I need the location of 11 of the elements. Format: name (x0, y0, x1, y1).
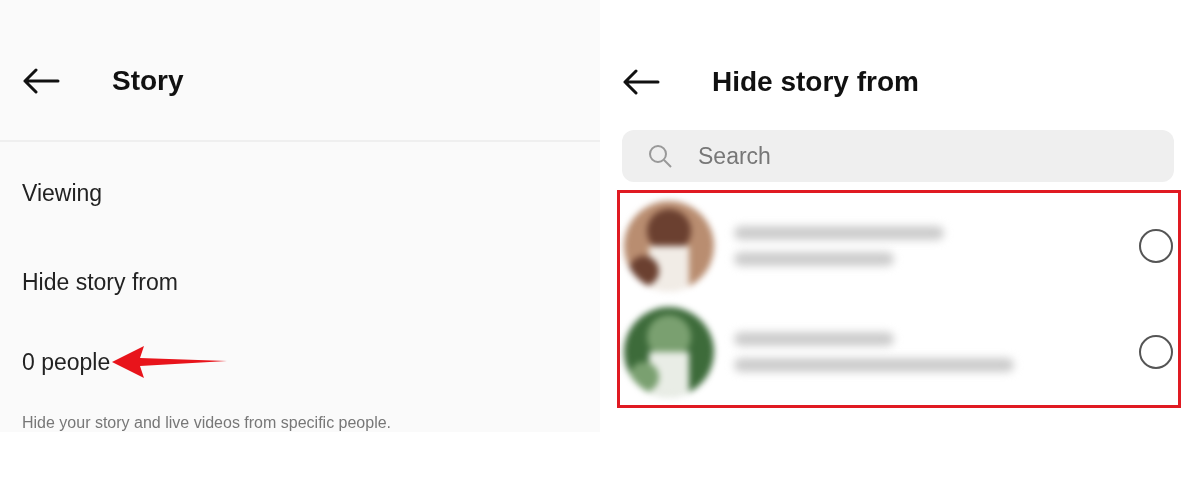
radio-button[interactable] (1139, 229, 1173, 263)
radio-button[interactable] (1139, 335, 1173, 369)
screen-title: Hide story from (712, 66, 919, 98)
settings-item[interactable]: Viewing (22, 180, 600, 207)
back-icon[interactable] (622, 69, 660, 95)
people-count[interactable]: 0 people (22, 348, 111, 376)
search-field[interactable]: Search (622, 130, 1174, 182)
screen-title: Story (112, 65, 184, 97)
back-icon[interactable] (22, 68, 60, 94)
caption-text: Hide your story and live videos from specific people. (22, 414, 393, 432)
settings-item[interactable]: Hide story from (22, 269, 600, 296)
